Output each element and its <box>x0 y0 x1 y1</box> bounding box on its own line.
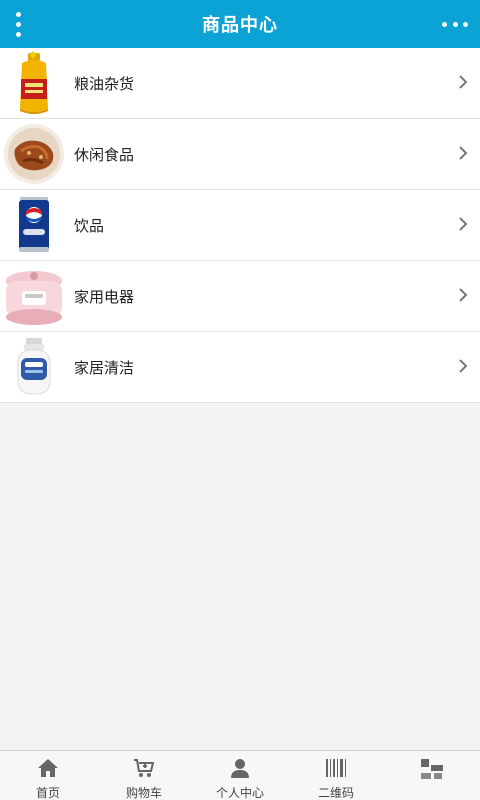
chevron-right-icon <box>459 146 468 160</box>
tab-label: 个人中心 <box>215 786 264 800</box>
tab-label: 二维码 <box>317 786 354 800</box>
category-row-drinks[interactable]: 饮品 <box>0 190 480 261</box>
category-label: 休闲食品 <box>74 145 135 164</box>
page-title: 商品中心 <box>202 15 278 36</box>
rice-cooker-image <box>2 264 66 328</box>
chevron-right-icon <box>459 359 468 373</box>
barcode-icon <box>324 757 348 778</box>
more-dot <box>463 21 468 27</box>
chevron-right-icon <box>459 75 468 89</box>
bottom-tab-bar: 首页 购物车 个人中心 二维码 <box>0 750 480 800</box>
more-dot <box>452 21 458 27</box>
pepsi-can-image <box>2 193 66 257</box>
tab-label: 首页 <box>35 786 60 800</box>
blocks-icon <box>420 757 444 781</box>
more-button[interactable] <box>442 14 468 34</box>
category-label: 饮品 <box>74 216 105 235</box>
chevron-right-icon <box>459 288 468 302</box>
more-dot <box>442 21 447 27</box>
menu-dot <box>15 11 21 17</box>
tab-label: 购物车 <box>125 786 162 800</box>
tab-cart[interactable]: 购物车 <box>96 751 192 800</box>
cart-icon <box>132 757 156 778</box>
user-icon <box>228 757 252 778</box>
menu-button[interactable] <box>8 10 28 38</box>
category-label: 家用电器 <box>74 287 135 306</box>
category-row-snacks[interactable]: 休闲食品 <box>0 119 480 190</box>
tab-profile[interactable]: 个人中心 <box>192 751 288 800</box>
category-row-cleaning[interactable]: 家居清洁 <box>0 332 480 403</box>
category-row-appliances[interactable]: 家用电器 <box>0 261 480 332</box>
fried-snack-plate-image <box>2 122 66 186</box>
menu-dot <box>15 21 21 27</box>
dove-body-wash-bottle-image <box>2 335 66 399</box>
chevron-right-icon <box>459 217 468 231</box>
tab-qrcode[interactable]: 二维码 <box>288 751 384 800</box>
tab-more[interactable] <box>384 751 480 800</box>
app-header: 商品中心 <box>0 0 480 48</box>
menu-dot <box>15 31 21 37</box>
category-label: 粮油杂货 <box>74 74 135 93</box>
cooking-oil-bottle-image <box>2 51 66 115</box>
tab-home[interactable]: 首页 <box>0 751 96 800</box>
category-row-grain-oil[interactable]: 粮油杂货 <box>0 48 480 119</box>
home-icon <box>36 757 60 778</box>
category-list: 粮油杂货 休闲食品 饮品 家用电器 家居清洁 <box>0 48 480 403</box>
category-label: 家居清洁 <box>74 358 135 377</box>
